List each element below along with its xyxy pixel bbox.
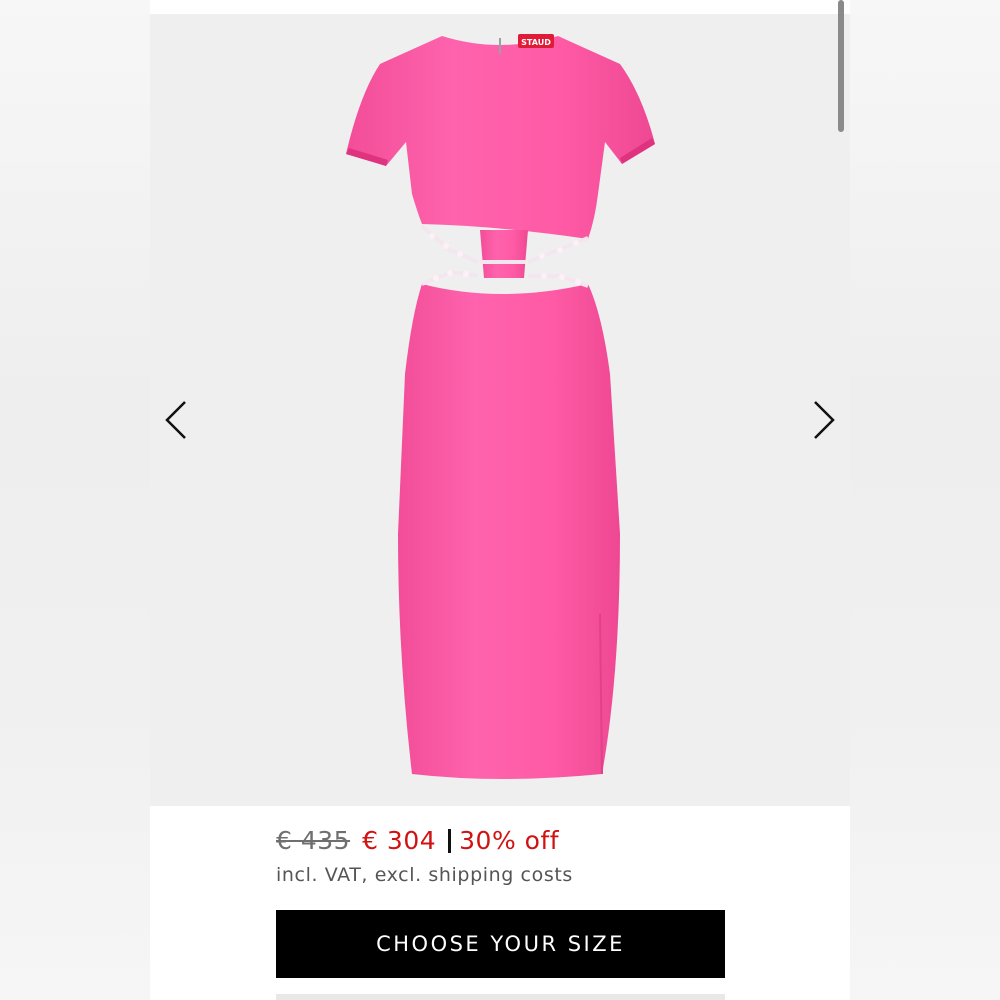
sale-price: € 304 <box>362 826 437 855</box>
left-gutter <box>0 0 150 1000</box>
choose-size-button[interactable]: CHOOSE YOUR SIZE <box>276 910 725 978</box>
brand-tag-text: STAUD <box>521 38 551 47</box>
vat-note: incl. VAT, excl. shipping costs <box>276 864 573 886</box>
previous-image-button[interactable] <box>154 392 198 452</box>
screen: STAUD € 435 € 304 30% off incl. VAT, exc… <box>0 0 1000 1000</box>
right-gutter <box>850 0 1000 1000</box>
price-row: € 435 € 304 30% off <box>276 826 559 855</box>
price-divider <box>448 828 452 853</box>
product-image: STAUD <box>346 34 655 779</box>
next-section-edge <box>276 994 725 1000</box>
scrollbar[interactable] <box>838 0 844 132</box>
next-image-button[interactable] <box>802 392 846 452</box>
chevron-left-icon <box>163 399 189 445</box>
discount-badge: 30% off <box>459 826 560 855</box>
product-gallery[interactable]: STAUD <box>150 14 850 806</box>
product-page: STAUD € 435 € 304 30% off incl. VAT, exc… <box>150 0 850 1000</box>
chevron-right-icon <box>811 399 837 445</box>
original-price: € 435 <box>276 826 351 855</box>
